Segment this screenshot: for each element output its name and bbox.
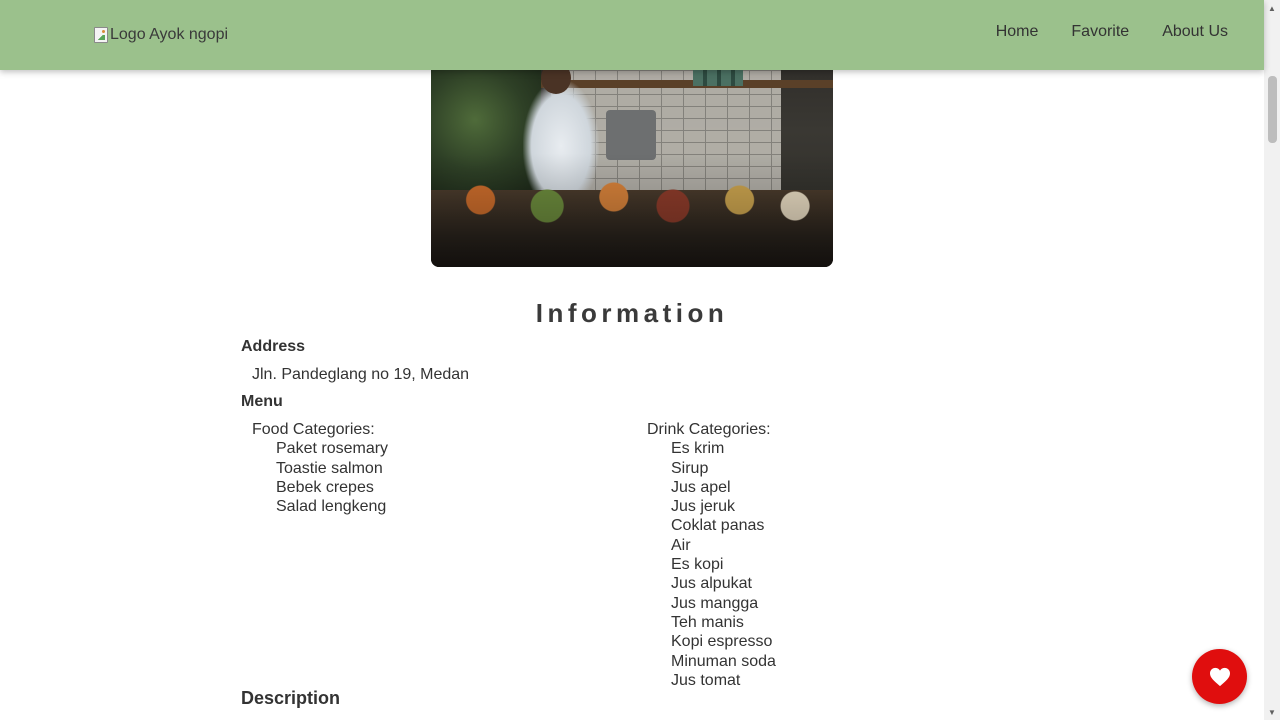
scroll-down-icon[interactable]: ▼ bbox=[1264, 704, 1280, 720]
drink-item: Jus mangga bbox=[671, 594, 759, 612]
description-label: Description bbox=[241, 688, 341, 708]
drink-item: Teh manis bbox=[671, 613, 744, 631]
drink-item: Jus jeruk bbox=[671, 498, 736, 516]
food-categories-heading: Food Categories: bbox=[252, 421, 375, 438]
drink-item: Air bbox=[671, 536, 691, 554]
heart-icon bbox=[1209, 667, 1230, 686]
address-label: Address bbox=[241, 338, 306, 355]
nav-link-about-us[interactable]: About Us bbox=[1162, 23, 1228, 41]
drink-categories: Drink Categories: Es krim Sirup Jus apel… bbox=[647, 420, 776, 690]
food-categories: Food Categories: Paket rosemary Toastie … bbox=[252, 420, 388, 516]
drink-item: Kopi espresso bbox=[671, 633, 773, 651]
menu-label: Menu bbox=[241, 393, 283, 410]
nav-links: Home Favorite About Us bbox=[996, 23, 1228, 41]
food-item: Salad lengkeng bbox=[276, 498, 387, 516]
drink-item: Es kopi bbox=[671, 556, 724, 574]
broken-image-icon bbox=[94, 27, 108, 43]
information-heading: Information bbox=[535, 298, 729, 328]
drink-item: Jus apel bbox=[671, 478, 731, 496]
drink-item: Jus alpukat bbox=[671, 575, 752, 593]
drink-list: Es krim Sirup Jus apel Jus jeruk Coklat … bbox=[647, 439, 776, 690]
address-value: Jln. Pandeglang no 19, Medan bbox=[252, 366, 470, 383]
nav-link-home[interactable]: Home bbox=[996, 23, 1039, 41]
food-item: Toastie salmon bbox=[276, 459, 383, 477]
food-item: Bebek crepes bbox=[276, 478, 374, 496]
drink-categories-heading: Drink Categories: bbox=[647, 421, 771, 438]
drink-item: Jus tomat bbox=[671, 671, 741, 689]
drink-item: Coklat panas bbox=[671, 517, 765, 535]
drink-item: Es krim bbox=[671, 440, 725, 458]
favorite-button[interactable] bbox=[1192, 649, 1247, 704]
food-list: Paket rosemary Toastie salmon Bebek crep… bbox=[252, 439, 388, 516]
drink-item: Minuman soda bbox=[671, 652, 776, 670]
logo-alt-text: Logo Ayok ngopi bbox=[110, 26, 229, 43]
scrollbar-thumb[interactable] bbox=[1268, 76, 1277, 143]
nav-link-favorite[interactable]: Favorite bbox=[1071, 23, 1129, 41]
restaurant-image bbox=[431, 40, 833, 267]
food-item: Paket rosemary bbox=[276, 440, 389, 458]
navbar: Logo Ayok ngopi Home Favorite About Us bbox=[0, 0, 1264, 70]
logo-link[interactable]: Logo Ayok ngopi bbox=[94, 26, 228, 44]
vertical-scrollbar[interactable]: ▲ ▼ bbox=[1264, 0, 1280, 720]
drink-item: Sirup bbox=[671, 459, 709, 477]
scroll-up-icon[interactable]: ▲ bbox=[1264, 0, 1280, 16]
